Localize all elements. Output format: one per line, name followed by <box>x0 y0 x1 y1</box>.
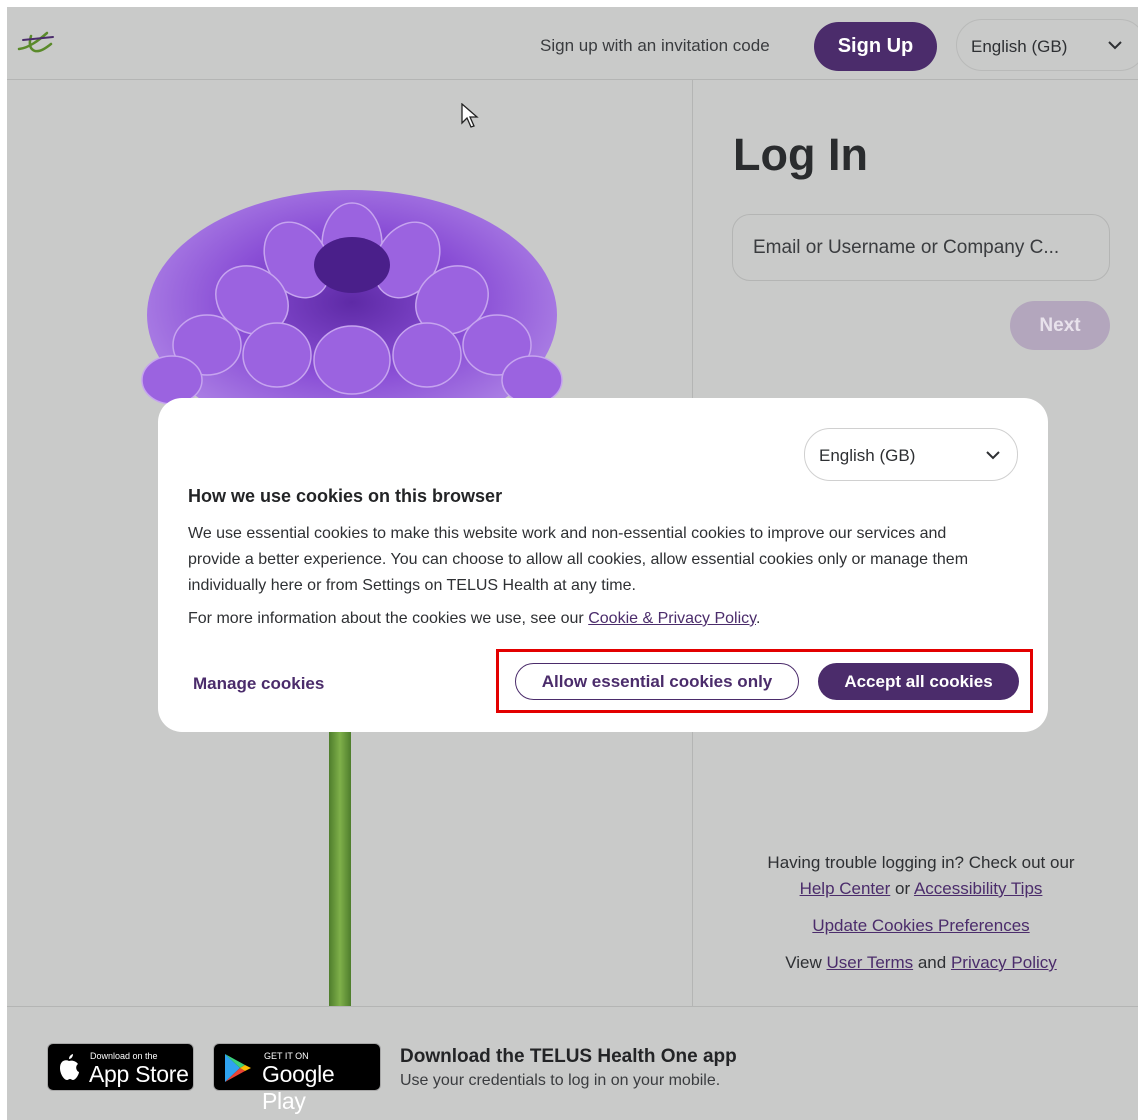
accessibility-tips-link[interactable]: Accessibility Tips <box>914 879 1042 898</box>
help-links: Help Center or Accessibility Tips <box>732 876 1110 902</box>
google-play-small-text: GET IT ON <box>264 1051 309 1061</box>
cookie-dialog-title: How we use cookies on this browser <box>188 486 503 506</box>
google-play-big-text: Google Play <box>262 1061 335 1114</box>
app-download-title: Download the TELUS Health One app <box>400 1046 737 1067</box>
more-info-text: For more information about the cookies w… <box>188 610 584 627</box>
app-download-footer: Download on the App Store GET IT ON Goog… <box>7 1006 1138 1120</box>
app-download-subtitle: Use your credentials to log in on your m… <box>400 1072 721 1089</box>
page-frame: Sign up with an invitation code Sign Up … <box>7 7 1138 1120</box>
cursor-icon <box>461 103 479 128</box>
user-terms-link[interactable]: User Terms <box>827 953 914 972</box>
google-play-badge[interactable]: GET IT ON Google Play <box>213 1043 381 1114</box>
google-play-icon <box>225 1054 251 1082</box>
app-store-small-text: Download on the <box>90 1051 158 1061</box>
invitation-code-link[interactable]: Sign up with an invitation code <box>540 36 770 56</box>
and-label: and <box>917 953 947 972</box>
cookie-privacy-policy-link[interactable]: Cookie & Privacy Policy <box>588 610 756 627</box>
allow-essential-cookies-button[interactable]: Allow essential cookies only <box>515 663 799 700</box>
update-cookies-link[interactable]: Update Cookies Preferences <box>812 916 1029 935</box>
language-select-modal[interactable]: English (GB) <box>804 428 1018 481</box>
cookie-consent-dialog: English (GB) How we use cookies on this … <box>158 398 1048 732</box>
sign-up-button[interactable]: Sign Up <box>814 22 937 71</box>
update-cookies-row: Update Cookies Preferences <box>732 913 1110 939</box>
manage-cookies-button[interactable]: Manage cookies <box>193 674 324 694</box>
or-label: or <box>895 879 911 898</box>
app-store-big-text: App Store <box>89 1061 189 1087</box>
accept-all-cookies-button[interactable]: Accept all cookies <box>818 663 1019 700</box>
privacy-policy-link[interactable]: Privacy Policy <box>951 953 1057 972</box>
top-header: Sign up with an invitation code Sign Up … <box>7 7 1138 80</box>
language-select-value: English (GB) <box>971 37 1068 56</box>
cookie-dialog-body: We use essential cookies to make this we… <box>188 525 969 594</box>
telus-logo-icon[interactable] <box>15 27 63 57</box>
trouble-label: Having trouble logging in? Check out our <box>767 853 1075 872</box>
help-center-link[interactable]: Help Center <box>800 879 891 898</box>
trouble-text: Having trouble logging in? Check out our <box>732 850 1110 876</box>
cookie-more-info: For more information about the cookies w… <box>188 610 760 628</box>
view-label: View <box>785 953 822 972</box>
email-username-input[interactable] <box>732 214 1110 281</box>
help-section: Having trouble logging in? Check out our… <box>732 850 1110 976</box>
next-button[interactable]: Next <box>1010 301 1110 350</box>
apple-icon <box>60 1054 79 1080</box>
chevron-down-icon <box>1108 41 1122 50</box>
app-store-badge[interactable]: Download on the App Store <box>47 1043 194 1091</box>
language-select-header[interactable]: English (GB) <box>956 19 1138 71</box>
chevron-down-icon <box>986 451 1000 460</box>
login-title: Log In <box>733 129 868 180</box>
terms-row: View User Terms and Privacy Policy <box>732 950 1110 976</box>
language-select-value: English (GB) <box>819 446 916 465</box>
period: . <box>755 610 761 627</box>
